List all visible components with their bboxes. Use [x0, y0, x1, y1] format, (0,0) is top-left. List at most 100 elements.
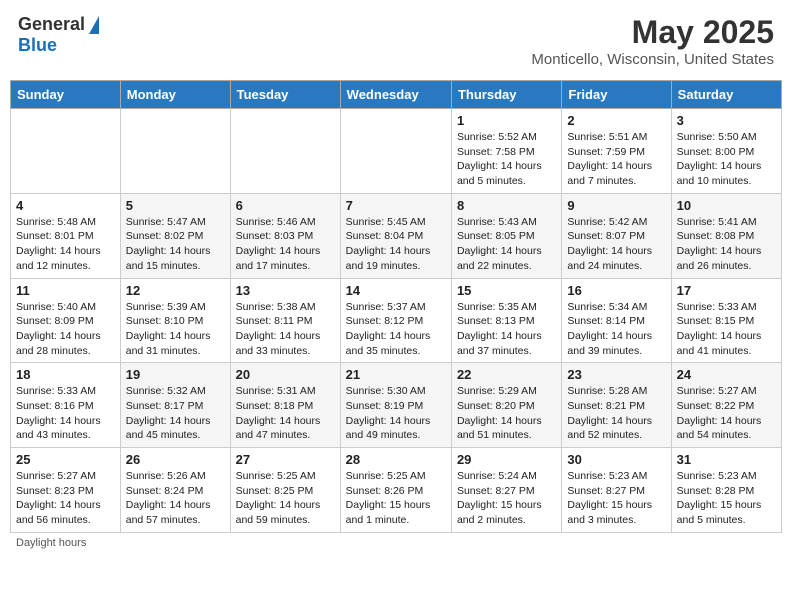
day-info: Sunrise: 5:41 AM Sunset: 8:08 PM Dayligh… — [677, 215, 776, 274]
calendar-cell: 21 Sunrise: 5:30 AM Sunset: 8:19 PM Dayli… — [340, 363, 451, 448]
day-number: 16 — [567, 283, 665, 298]
day-info: Sunrise: 5:42 AM Sunset: 8:07 PM Dayligh… — [567, 215, 665, 274]
day-info: Sunrise: 5:26 AM Sunset: 8:24 PM Dayligh… — [126, 469, 225, 528]
day-info: Sunrise: 5:52 AM Sunset: 7:58 PM Dayligh… — [457, 130, 556, 189]
calendar-cell: 12 Sunrise: 5:39 AM Sunset: 8:10 PM Dayli… — [120, 278, 230, 363]
calendar-table: SundayMondayTuesdayWednesdayThursdayFrid… — [10, 80, 782, 533]
logo-triangle-icon — [89, 16, 99, 34]
day-number: 21 — [346, 367, 446, 382]
calendar-week-3: 11Sunrise: 5:40 AM Sunset: 8:09 PM Dayli… — [11, 278, 782, 363]
day-info: Sunrise: 5:45 AM Sunset: 8:04 PM Dayligh… — [346, 215, 446, 274]
day-number: 12 — [126, 283, 225, 298]
calendar-cell: 31 Sunrise: 5:23 AM Sunset: 8:28 PM Dayli… — [671, 448, 781, 533]
day-info: Sunrise: 5:29 AM Sunset: 8:20 PM Dayligh… — [457, 384, 556, 443]
calendar-cell: 17 Sunrise: 5:33 AM Sunset: 8:15 PM Dayli… — [671, 278, 781, 363]
calendar-cell: 1 Sunrise: 5:52 AM Sunset: 7:58 PM Daylig… — [451, 109, 561, 194]
calendar-body: 1 Sunrise: 5:52 AM Sunset: 7:58 PM Daylig… — [11, 109, 782, 533]
calendar-cell: 25Sunrise: 5:27 AM Sunset: 8:23 PM Dayli… — [11, 448, 121, 533]
day-number: 19 — [126, 367, 225, 382]
day-number: 14 — [346, 283, 446, 298]
day-info: Sunrise: 5:23 AM Sunset: 8:27 PM Dayligh… — [567, 469, 665, 528]
logo-blue-text: Blue — [18, 35, 57, 56]
calendar-cell: 30 Sunrise: 5:23 AM Sunset: 8:27 PM Dayli… — [562, 448, 671, 533]
day-number: 9 — [567, 198, 665, 213]
day-number: 1 — [457, 113, 556, 128]
calendar-cell: 22 Sunrise: 5:29 AM Sunset: 8:20 PM Dayli… — [451, 363, 561, 448]
logo-general-text: General — [18, 14, 85, 35]
calendar-cell: 27 Sunrise: 5:25 AM Sunset: 8:25 PM Dayli… — [230, 448, 340, 533]
day-info: Sunrise: 5:33 AM Sunset: 8:15 PM Dayligh… — [677, 300, 776, 359]
day-number: 5 — [126, 198, 225, 213]
calendar-cell: 5 Sunrise: 5:47 AM Sunset: 8:02 PM Daylig… — [120, 193, 230, 278]
calendar-cell: 16Sunrise: 5:34 AM Sunset: 8:14 PM Dayli… — [562, 278, 671, 363]
day-number: 27 — [236, 452, 335, 467]
weekday-header-wednesday: Wednesday — [340, 81, 451, 109]
day-number: 13 — [236, 283, 335, 298]
calendar-cell: 29Sunrise: 5:24 AM Sunset: 8:27 PM Dayli… — [451, 448, 561, 533]
title-section: May 2025 Monticello, Wisconsin, United S… — [531, 14, 774, 68]
day-number: 24 — [677, 367, 776, 382]
day-info: Sunrise: 5:50 AM Sunset: 8:00 PM Dayligh… — [677, 130, 776, 189]
day-info: Sunrise: 5:35 AM Sunset: 8:13 PM Dayligh… — [457, 300, 556, 359]
day-info: Sunrise: 5:47 AM Sunset: 8:02 PM Dayligh… — [126, 215, 225, 274]
day-info: Sunrise: 5:31 AM Sunset: 8:18 PM Dayligh… — [236, 384, 335, 443]
weekday-header-saturday: Saturday — [671, 81, 781, 109]
calendar-cell: 19 Sunrise: 5:32 AM Sunset: 8:17 PM Dayli… — [120, 363, 230, 448]
day-info: Sunrise: 5:32 AM Sunset: 8:17 PM Dayligh… — [126, 384, 225, 443]
calendar-cell: 10 Sunrise: 5:41 AM Sunset: 8:08 PM Dayli… — [671, 193, 781, 278]
day-info: Sunrise: 5:23 AM Sunset: 8:28 PM Dayligh… — [677, 469, 776, 528]
day-number: 28 — [346, 452, 446, 467]
day-number: 4 — [16, 198, 115, 213]
day-number: 31 — [677, 452, 776, 467]
calendar-cell: 23 Sunrise: 5:28 AM Sunset: 8:21 PM Dayli… — [562, 363, 671, 448]
day-info: Sunrise: 5:40 AM Sunset: 8:09 PM Dayligh… — [16, 300, 115, 359]
day-number: 7 — [346, 198, 446, 213]
day-number: 6 — [236, 198, 335, 213]
day-number: 30 — [567, 452, 665, 467]
calendar-cell: 9 Sunrise: 5:42 AM Sunset: 8:07 PM Daylig… — [562, 193, 671, 278]
calendar-cell: 15 Sunrise: 5:35 AM Sunset: 8:13 PM Dayli… — [451, 278, 561, 363]
page-header: General Blue May 2025 Monticello, Wiscon… — [10, 10, 782, 72]
calendar-cell: 8 Sunrise: 5:43 AM Sunset: 8:05 PM Daylig… — [451, 193, 561, 278]
day-number: 8 — [457, 198, 556, 213]
day-info: Sunrise: 5:38 AM Sunset: 8:11 PM Dayligh… — [236, 300, 335, 359]
day-info: Sunrise: 5:28 AM Sunset: 8:21 PM Dayligh… — [567, 384, 665, 443]
day-info: Sunrise: 5:39 AM Sunset: 8:10 PM Dayligh… — [126, 300, 225, 359]
calendar-cell: 4Sunrise: 5:48 AM Sunset: 8:01 PM Daylig… — [11, 193, 121, 278]
day-number: 15 — [457, 283, 556, 298]
calendar-cell — [11, 109, 121, 194]
day-info: Sunrise: 5:43 AM Sunset: 8:05 PM Dayligh… — [457, 215, 556, 274]
calendar-cell: 2 Sunrise: 5:51 AM Sunset: 7:59 PM Daylig… — [562, 109, 671, 194]
calendar-cell: 6 Sunrise: 5:46 AM Sunset: 8:03 PM Daylig… — [230, 193, 340, 278]
weekday-header-friday: Friday — [562, 81, 671, 109]
calendar-cell — [340, 109, 451, 194]
weekday-header-row: SundayMondayTuesdayWednesdayThursdayFrid… — [11, 81, 782, 109]
calendar-week-4: 18Sunrise: 5:33 AM Sunset: 8:16 PM Dayli… — [11, 363, 782, 448]
calendar-cell: 24 Sunrise: 5:27 AM Sunset: 8:22 PM Dayli… — [671, 363, 781, 448]
day-number: 2 — [567, 113, 665, 128]
day-number: 17 — [677, 283, 776, 298]
day-info: Sunrise: 5:24 AM Sunset: 8:27 PM Dayligh… — [457, 469, 556, 528]
day-number: 20 — [236, 367, 335, 382]
calendar-cell — [120, 109, 230, 194]
calendar-cell: 14Sunrise: 5:37 AM Sunset: 8:12 PM Dayli… — [340, 278, 451, 363]
day-number: 23 — [567, 367, 665, 382]
calendar-cell: 20 Sunrise: 5:31 AM Sunset: 8:18 PM Dayli… — [230, 363, 340, 448]
day-number: 18 — [16, 367, 115, 382]
day-info: Sunrise: 5:27 AM Sunset: 8:22 PM Dayligh… — [677, 384, 776, 443]
calendar-cell: 3Sunrise: 5:50 AM Sunset: 8:00 PM Daylig… — [671, 109, 781, 194]
day-info: Sunrise: 5:30 AM Sunset: 8:19 PM Dayligh… — [346, 384, 446, 443]
day-number: 22 — [457, 367, 556, 382]
weekday-header-thursday: Thursday — [451, 81, 561, 109]
day-info: Sunrise: 5:51 AM Sunset: 7:59 PM Dayligh… — [567, 130, 665, 189]
calendar-cell: 11Sunrise: 5:40 AM Sunset: 8:09 PM Dayli… — [11, 278, 121, 363]
day-number: 10 — [677, 198, 776, 213]
day-info: Sunrise: 5:27 AM Sunset: 8:23 PM Dayligh… — [16, 469, 115, 528]
day-number: 26 — [126, 452, 225, 467]
calendar-cell: 26 Sunrise: 5:26 AM Sunset: 8:24 PM Dayli… — [120, 448, 230, 533]
day-info: Sunrise: 5:46 AM Sunset: 8:03 PM Dayligh… — [236, 215, 335, 274]
footer-daylight: Daylight hours — [10, 537, 782, 549]
calendar-cell: 7 Sunrise: 5:45 AM Sunset: 8:04 PM Daylig… — [340, 193, 451, 278]
day-info: Sunrise: 5:25 AM Sunset: 8:25 PM Dayligh… — [236, 469, 335, 528]
calendar-cell: 18Sunrise: 5:33 AM Sunset: 8:16 PM Dayli… — [11, 363, 121, 448]
